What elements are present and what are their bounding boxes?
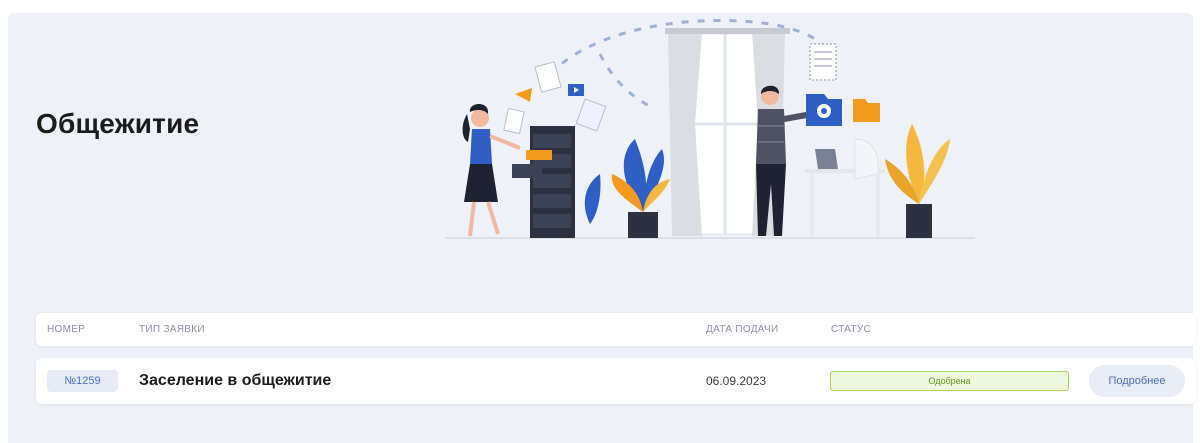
request-date: 06.09.2023 <box>706 374 767 388</box>
header-status: СТАТУС <box>831 324 872 335</box>
request-type: Заселение в общежитие <box>139 372 332 389</box>
header-type: ТИП ЗАЯВКИ <box>139 324 205 335</box>
page-title: Общежитие <box>36 108 200 139</box>
header-date: ДАТА ПОДАЧИ <box>706 324 779 335</box>
request-number: №1259 <box>47 370 118 392</box>
status-badge: Одобрена <box>830 371 1069 391</box>
header-number: НОМЕР <box>47 324 86 335</box>
details-button[interactable]: Подробнее <box>1089 365 1185 397</box>
table-row: №1259 Заселение в общежитие 06.09.2023 О… <box>36 358 1196 404</box>
table-header: НОМЕР ТИП ЗАЯВКИ ДАТА ПОДАЧИ СТАТУС <box>36 313 1196 346</box>
office-illustration <box>445 19 975 239</box>
